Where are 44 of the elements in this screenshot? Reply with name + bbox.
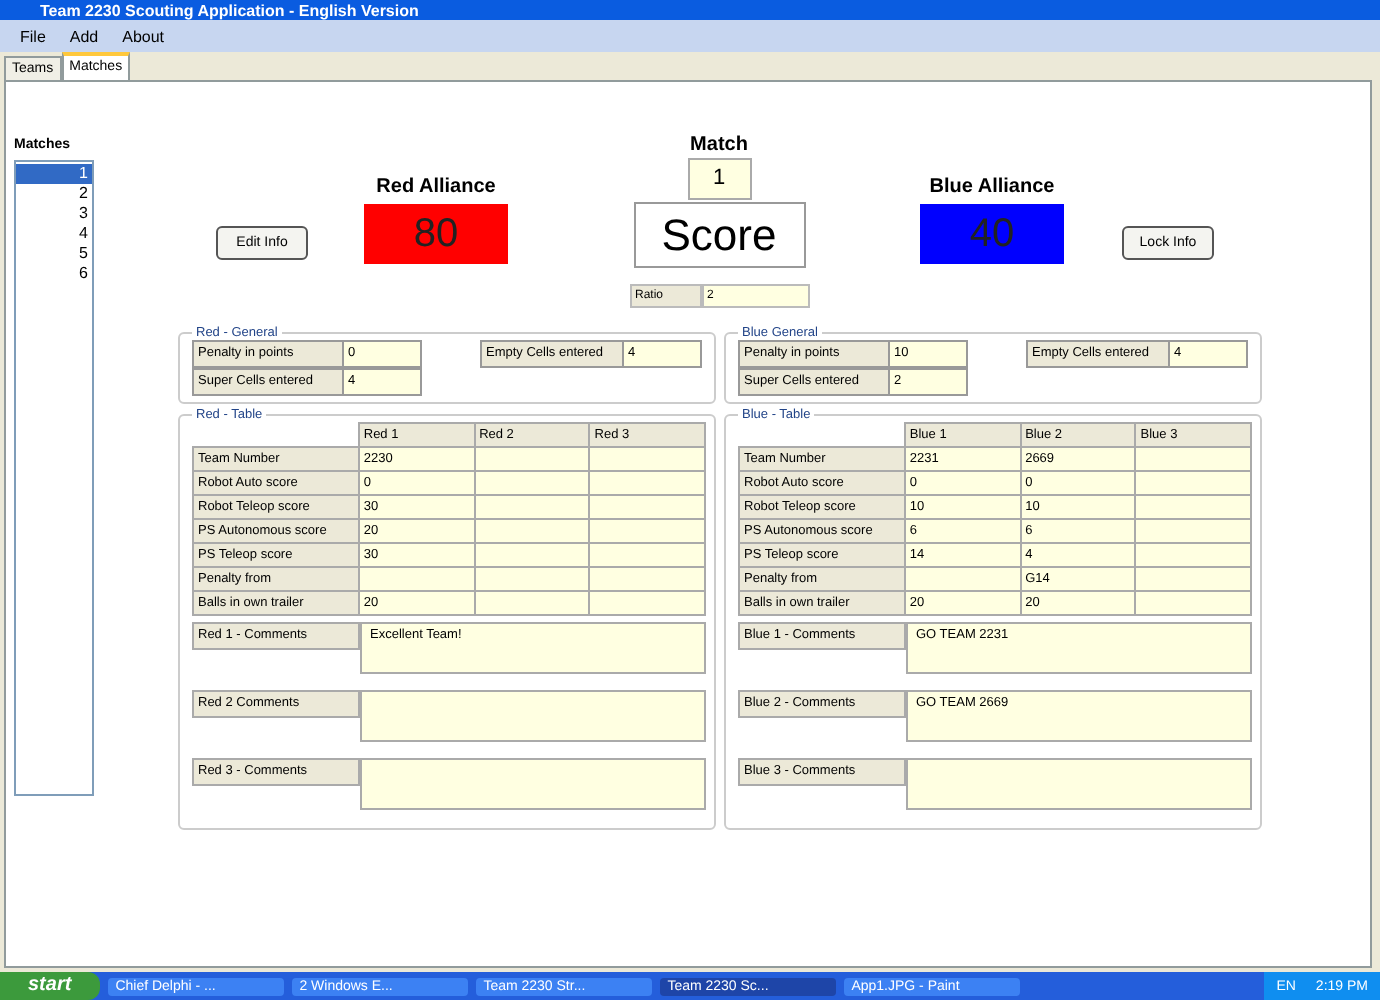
table-cell[interactable] [589,519,705,543]
table-cell[interactable] [474,519,590,543]
table-cell[interactable] [474,591,590,615]
table-cell[interactable] [1135,543,1251,567]
table-cell[interactable] [474,567,590,591]
menu-item[interactable]: File [20,27,46,45]
table-cell[interactable] [358,567,475,591]
table-cell[interactable] [589,447,705,471]
list-item[interactable]: 4 [16,224,92,244]
comment-field[interactable] [360,690,706,742]
list-item[interactable]: 1 [16,164,92,184]
list-item[interactable]: 3 [16,204,92,224]
score-display: 80 [364,204,508,264]
table-cell[interactable] [474,495,590,519]
comment-field[interactable] [360,758,706,810]
table-cell[interactable] [1135,447,1251,471]
list-item[interactable]: 5 [16,244,92,264]
table-cell[interactable] [589,495,705,519]
table-cell[interactable] [589,591,705,615]
table-cell[interactable] [589,567,705,591]
table-cell[interactable] [474,543,590,567]
table-cell[interactable] [1135,495,1251,519]
list-item[interactable]: 6 [16,264,92,284]
comment-field[interactable] [906,758,1252,810]
table-cell[interactable] [474,471,590,495]
alliance-title: Red Alliance [376,176,496,198]
window-title: Team 2230 Scouting Application - English Version [40,1,419,19]
alliance-title: Blue Alliance [929,176,1055,198]
list-item[interactable]: 2 [16,184,92,204]
table-cell[interactable] [1135,567,1251,591]
start-button[interactable]: start [0,972,100,1000]
menu-item[interactable]: Add [69,27,99,45]
match-label: Match [690,134,748,156]
table-cell[interactable] [1135,591,1251,615]
table-cell[interactable] [589,543,705,567]
table-cell[interactable] [904,567,1021,591]
score-label: Score [633,202,805,268]
match-field[interactable]: 1 [687,158,751,200]
table-cell[interactable] [1135,519,1251,543]
table-cell[interactable] [1135,471,1251,495]
score-display: 40 [920,204,1064,264]
table-cell[interactable] [589,471,705,495]
menu-item[interactable]: About [122,27,165,45]
table-cell[interactable] [474,447,590,471]
